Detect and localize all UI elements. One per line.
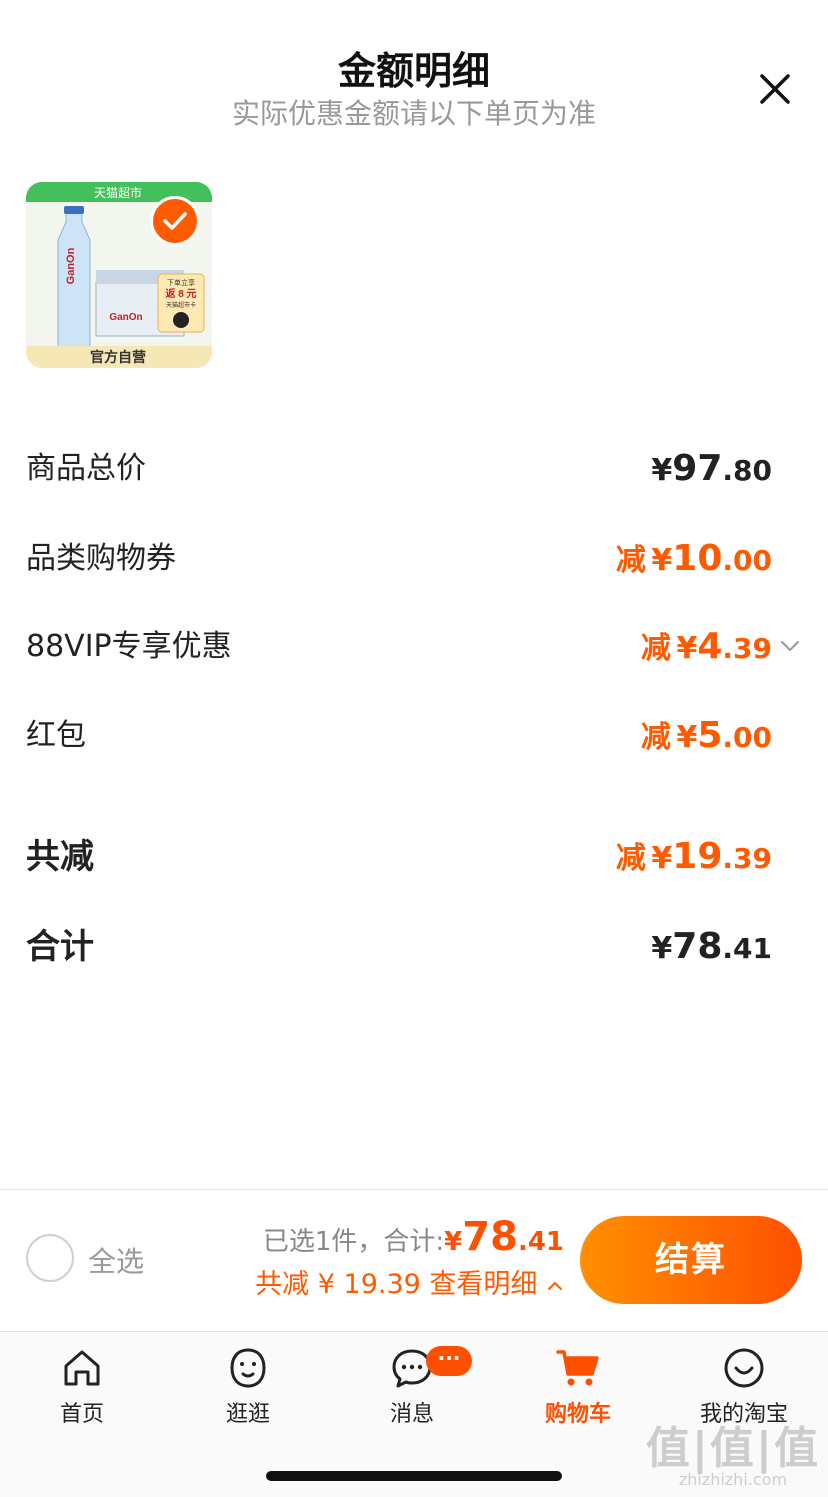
message-badge: ··· [426,1346,472,1376]
row-label: 商品总价 [26,451,146,486]
sheet-subtitle: 实际优惠金额请以下单页为准 [231,97,596,130]
select-all-checkbox[interactable] [26,1234,74,1282]
row-amount: ¥97.80 [651,448,772,489]
row-label: 88VIP专享优惠 [26,629,232,664]
amount-detail-sheet: 金额明细 实际优惠金额请以下单页为准 天猫超市 GanOn GanOn 下单立享… [0,0,828,1190]
tab-messages[interactable]: ··· 消息 [342,1340,482,1430]
svg-text:下单立享: 下单立享 [167,278,195,287]
explore-icon [230,1348,266,1388]
close-button[interactable] [752,66,798,112]
tab-home[interactable]: 首页 [12,1340,152,1430]
row-amount: 减 ¥4.39 [640,626,772,667]
row-amount: 减 ¥5.00 [640,715,772,756]
row-label: 品类购物券 [26,541,176,576]
row-88vip-discount[interactable]: 88VIP专享优惠 减 ¥4.39 [26,622,772,672]
svg-text:返 8 元: 返 8 元 [165,287,196,300]
row-grand-total: 合计 ¥78.41 [26,922,772,972]
close-icon [760,74,790,104]
check-icon [163,212,187,230]
row-red-packet: 红包 减 ¥5.00 [26,711,772,761]
home-icon [64,1350,100,1386]
svg-text:天猫超市卡: 天猫超市卡 [166,301,196,309]
discount-summary: 共减 ¥ 19.39 [255,1269,421,1300]
checkout-total: 78 [462,1214,518,1260]
tab-cart[interactable]: 购物车 [508,1340,648,1430]
row-label: 红包 [26,718,86,753]
site-watermark: 值|值|值 zhizhizhi.com [645,1423,820,1489]
checkout-bar: 全选 已选1件，合计:¥78.41 共减 ¥ 19.39 查看明细 结算 [0,1190,828,1330]
selected-count-text: 已选1件，合计: [262,1227,445,1257]
home-indicator [266,1471,562,1481]
tab-explore[interactable]: 逛逛 [178,1340,318,1430]
row-amount: 减 ¥19.39 [615,836,772,877]
checkout-button[interactable]: 结算 [580,1216,802,1304]
row-category-coupon: 品类购物券 减 ¥10.00 [26,534,772,584]
official-store-tag: 官方自营 [90,349,146,365]
view-detail-link[interactable]: 共减 ¥ 19.39 查看明细 [255,1262,564,1301]
detail-link-label: 查看明细 [429,1269,538,1300]
row-label: 共减 [26,837,94,877]
profile-icon [724,1348,764,1388]
row-product-total: 商品总价 ¥97.80 [26,444,772,494]
product-selected-check[interactable] [150,196,200,246]
select-all-label[interactable]: 全选 [88,1240,144,1280]
chevron-up-icon [548,1281,562,1290]
sheet-title: 金额明细 [337,49,490,93]
cart-icon [556,1350,599,1386]
svg-text:GanOn: GanOn [109,312,142,323]
row-total-discount: 共减 减 ¥19.39 [26,832,772,882]
row-amount: 减 ¥10.00 [615,538,772,579]
chevron-down-icon[interactable] [778,634,802,658]
checkout-summary: 已选1件，合计:¥78.41 共减 ¥ 19.39 查看明细 [255,1214,564,1301]
row-label: 合计 [26,927,94,967]
bottle-brand-text: GanOn [65,247,77,284]
row-amount: ¥78.41 [651,926,772,967]
tmall-supermarket-tag: 天猫超市 [94,185,142,200]
